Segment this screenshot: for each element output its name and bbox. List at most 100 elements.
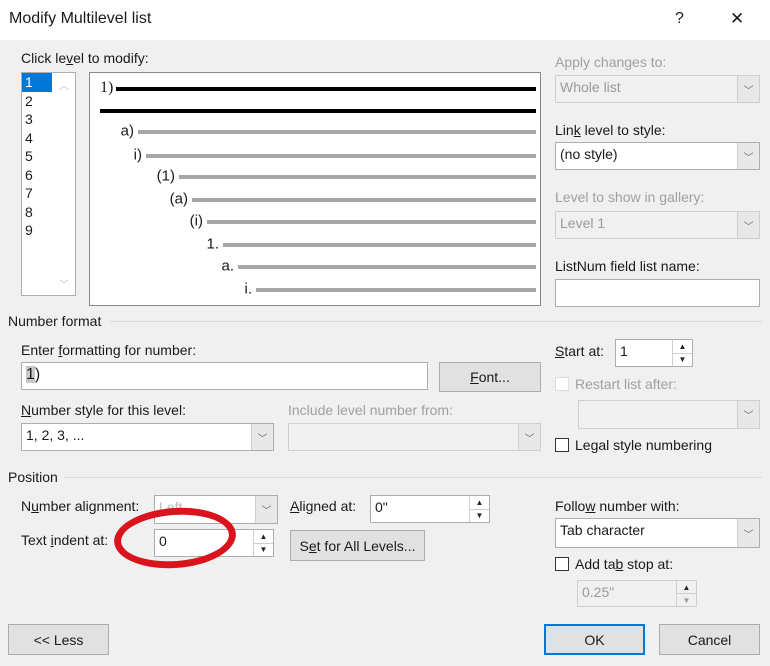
follow-number-label: Follow number with: bbox=[555, 498, 680, 514]
preview-line-1-wrap bbox=[100, 109, 536, 113]
preview-label-2: a) bbox=[120, 122, 134, 140]
level-item-1[interactable]: 1 bbox=[22, 73, 52, 92]
apply-changes-value: Whole list bbox=[560, 79, 621, 95]
start-at-spinner[interactable]: 1 ▲ ▼ bbox=[615, 339, 693, 367]
scroll-down-icon[interactable]: ﹀ bbox=[59, 276, 69, 291]
restart-list-label: Restart list after: bbox=[575, 376, 677, 392]
cancel-button[interactable]: Cancel bbox=[659, 624, 760, 655]
preview-line-6 bbox=[207, 220, 536, 224]
text-indent-label: Text indent at: bbox=[21, 532, 109, 548]
legal-style-label: Legal style numbering bbox=[575, 437, 712, 453]
red-circle-annotation bbox=[112, 503, 238, 573]
level-gallery-dropdown[interactable]: Level 1 ﹀ bbox=[555, 211, 760, 239]
chevron-down-icon: ﹀ bbox=[737, 212, 759, 238]
number-alignment-label: Number alignment: bbox=[21, 498, 140, 514]
title-bar: Modify Multilevel list ? ✕ bbox=[0, 0, 770, 40]
follow-number-dropdown[interactable]: Tab character ﹀ bbox=[555, 518, 760, 548]
aligned-at-spinner[interactable]: 0" ▲ ▼ bbox=[370, 495, 490, 523]
position-section: Position bbox=[8, 469, 58, 485]
listnum-label: ListNum field list name: bbox=[555, 258, 700, 274]
number-style-dropdown[interactable]: 1, 2, 3, ... ﹀ bbox=[21, 423, 274, 451]
level-item-5[interactable]: 5 bbox=[22, 147, 52, 166]
enter-formatting-label: Enter formatting for number: bbox=[21, 342, 197, 358]
restart-list-checkbox[interactable] bbox=[555, 377, 569, 391]
scroll-up-icon[interactable]: ︿ bbox=[59, 77, 69, 92]
link-level-label: Link level to style: bbox=[555, 122, 666, 138]
preview-label-4: (1) bbox=[156, 167, 175, 185]
level-item-2[interactable]: 2 bbox=[22, 92, 52, 111]
chevron-down-icon: ﹀ bbox=[737, 401, 759, 428]
level-item-6[interactable]: 6 bbox=[22, 166, 52, 185]
preview-line-3 bbox=[146, 154, 536, 158]
level-list-scrollbar[interactable]: ︿ ﹀ bbox=[53, 73, 75, 295]
dialog-title: Modify Multilevel list bbox=[9, 10, 152, 27]
spin-up-icon[interactable]: ▲ bbox=[673, 340, 692, 353]
aligned-at-label: Aligned at: bbox=[290, 498, 357, 514]
formatting-input[interactable]: 1) bbox=[21, 362, 428, 390]
spin-up-icon[interactable]: ▲ bbox=[470, 496, 489, 509]
level-item-4[interactable]: 4 bbox=[22, 129, 52, 148]
number-format-section: Number format bbox=[8, 313, 102, 329]
add-tab-stop-checkbox[interactable] bbox=[555, 557, 569, 571]
start-at-value: 1 bbox=[620, 343, 628, 359]
font-button[interactable]: Font... bbox=[439, 362, 541, 392]
level-item-7[interactable]: 7 bbox=[22, 184, 52, 203]
preview-label-1: 1) bbox=[100, 79, 114, 96]
preview-line-8 bbox=[238, 265, 536, 269]
restart-list-dropdown[interactable]: ﹀ bbox=[578, 400, 760, 429]
chevron-down-icon: ﹀ bbox=[737, 519, 759, 547]
start-at-label: Start at: bbox=[555, 343, 605, 359]
apply-changes-label: Apply changes to: bbox=[555, 54, 667, 70]
include-level-dropdown[interactable]: ﹀ bbox=[288, 423, 541, 451]
level-preview: 1) a) i) (1) (a) (i) 1. a. i. bbox=[89, 72, 541, 306]
font-button-label: Font... bbox=[470, 369, 510, 385]
link-level-value: (no style) bbox=[560, 146, 618, 162]
spin-down-icon[interactable]: ▼ bbox=[677, 593, 696, 606]
add-tab-stop-label: Add tab stop at: bbox=[575, 556, 674, 572]
set-for-all-levels-button[interactable]: Set for All Levels... bbox=[290, 530, 425, 561]
spin-down-icon[interactable]: ▼ bbox=[470, 508, 489, 523]
help-button[interactable]: ? bbox=[675, 10, 684, 28]
level-item-8[interactable]: 8 bbox=[22, 203, 52, 222]
tab-stop-spinner[interactable]: 0.25" ▲ ▼ bbox=[577, 580, 697, 607]
preview-line-5 bbox=[192, 198, 536, 202]
spin-down-icon[interactable]: ▼ bbox=[673, 352, 692, 367]
ok-button[interactable]: OK bbox=[544, 624, 645, 655]
preview-line-7 bbox=[223, 243, 536, 247]
preview-label-8: a. bbox=[221, 257, 234, 275]
less-button[interactable]: << Less bbox=[8, 624, 109, 655]
legal-style-checkbox[interactable] bbox=[555, 438, 569, 452]
preview-line-9 bbox=[256, 288, 536, 292]
divider bbox=[110, 321, 762, 322]
level-gallery-value: Level 1 bbox=[560, 215, 606, 231]
divider bbox=[64, 477, 762, 478]
level-item-3[interactable]: 3 bbox=[22, 110, 52, 129]
link-level-dropdown[interactable]: (no style) ﹀ bbox=[555, 142, 760, 170]
spin-down-icon[interactable]: ▼ bbox=[254, 542, 273, 557]
include-level-label: Include level number from: bbox=[288, 402, 453, 418]
level-item-9[interactable]: 9 bbox=[22, 221, 52, 240]
preview-label-3: i) bbox=[133, 146, 142, 164]
preview-label-9: i. bbox=[244, 280, 253, 298]
preview-line-2 bbox=[138, 130, 536, 134]
click-level-label: Click level to modify: bbox=[21, 50, 149, 66]
tab-stop-value: 0.25" bbox=[582, 584, 615, 600]
listnum-input[interactable] bbox=[555, 279, 760, 307]
follow-number-value: Tab character bbox=[560, 522, 645, 538]
chevron-down-icon: ﹀ bbox=[255, 496, 277, 523]
formatting-value: 1) bbox=[26, 366, 41, 383]
number-style-label: Number style for this level: bbox=[21, 402, 186, 418]
preview-line-1 bbox=[116, 87, 536, 91]
aligned-at-value: 0" bbox=[375, 499, 388, 515]
chevron-down-icon: ﹀ bbox=[737, 76, 759, 102]
preview-label-5: (a) bbox=[169, 190, 188, 208]
close-button[interactable]: ✕ bbox=[730, 9, 744, 29]
level-gallery-label: Level to show in gallery: bbox=[555, 189, 705, 205]
apply-changes-dropdown[interactable]: Whole list ﹀ bbox=[555, 75, 760, 103]
chevron-down-icon: ﹀ bbox=[518, 424, 540, 450]
preview-label-6: (i) bbox=[189, 212, 203, 230]
preview-label-7: 1. bbox=[206, 235, 219, 253]
spin-up-icon[interactable]: ▲ bbox=[254, 530, 273, 543]
level-list[interactable]: 123456789 ︿ ﹀ bbox=[21, 72, 76, 296]
spin-up-icon[interactable]: ▲ bbox=[677, 581, 696, 593]
